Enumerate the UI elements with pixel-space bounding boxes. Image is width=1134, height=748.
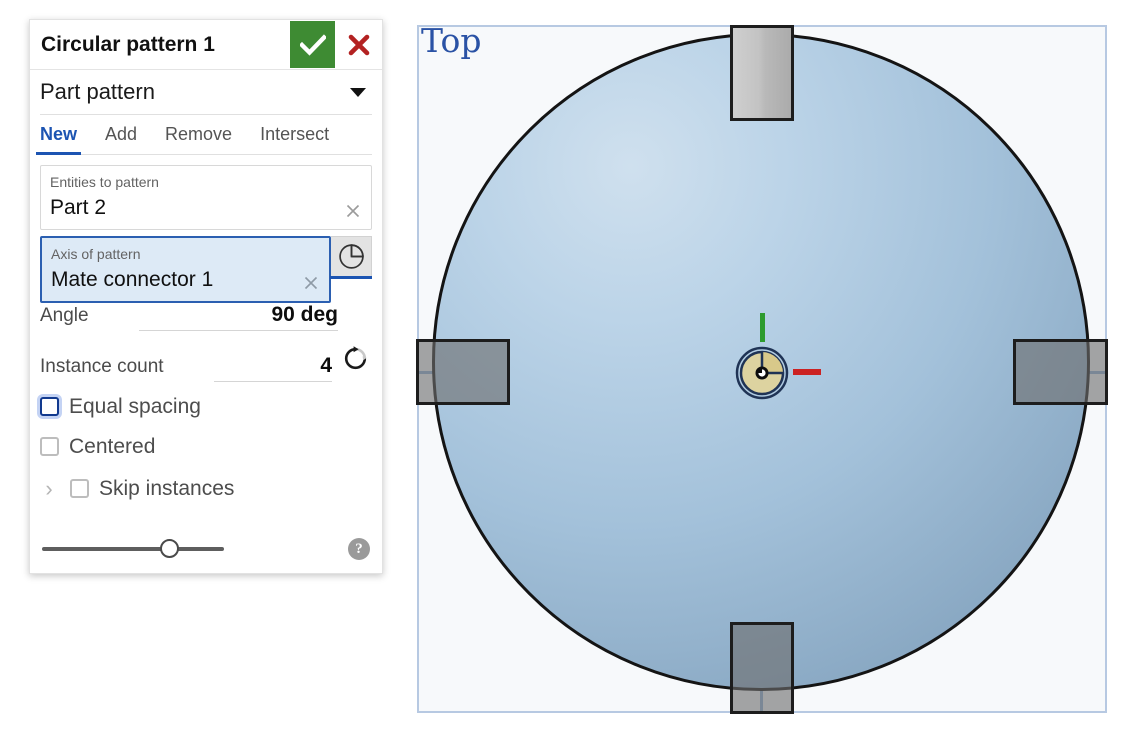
tab-new[interactable]: New xyxy=(35,124,82,155)
axis-of-pattern-value: Mate connector 1 xyxy=(51,267,214,291)
tab-intersect[interactable]: Intersect xyxy=(260,124,329,154)
angle-label: Angle xyxy=(40,304,89,326)
pie-wedge-icon[interactable] xyxy=(330,235,372,279)
mate-connector-glyph[interactable] xyxy=(733,344,791,402)
pattern-type-value: Part pattern xyxy=(40,79,155,104)
equal-spacing-checkbox[interactable] xyxy=(40,397,59,417)
selection-fields: Entities to pattern Part 2 Axis of patte… xyxy=(30,155,382,303)
view-orientation-label: Top xyxy=(421,21,482,60)
angle-parameter-row: Angle 90 deg xyxy=(40,303,372,345)
clear-x-icon[interactable] xyxy=(302,274,320,292)
clear-x-glyph xyxy=(346,204,360,218)
tab-add[interactable]: Add xyxy=(105,124,137,154)
skip-instances-row: › Skip instances xyxy=(40,467,372,511)
dialog-footer: ? xyxy=(30,525,382,573)
entities-to-pattern-value: Part 2 xyxy=(50,195,107,219)
clear-x-icon[interactable] xyxy=(344,202,362,220)
entities-to-pattern-field[interactable]: Entities to pattern Part 2 xyxy=(40,165,372,230)
pattern-instance-right[interactable] xyxy=(1013,339,1108,405)
skip-instances-label: Skip instances xyxy=(99,476,235,500)
centered-checkbox-row[interactable]: Centered xyxy=(40,427,372,467)
instance-count-input[interactable]: 4 xyxy=(213,354,332,382)
circular-pattern-dialog[interactable]: Circular pattern 1 Part pattern New Add … xyxy=(29,19,383,574)
mate-connector-y-axis xyxy=(760,313,765,342)
chevron-right-icon[interactable]: › xyxy=(40,477,58,500)
skip-instances-checkbox[interactable] xyxy=(70,479,89,499)
boolean-operation-tabs: New Add Remove Intersect xyxy=(35,115,372,155)
axis-of-pattern-label: Axis of pattern xyxy=(51,245,141,262)
close-x-icon xyxy=(348,34,369,55)
instance-count-parameter-row: Instance count 4 xyxy=(40,345,372,387)
clear-x-glyph xyxy=(304,276,318,289)
chevron-down-icon xyxy=(350,87,366,97)
opacity-slider-thumb[interactable] xyxy=(160,539,179,558)
rotate-direction-glyph xyxy=(344,346,367,369)
pattern-type-selector[interactable]: Part pattern xyxy=(40,70,372,115)
centered-label: Centered xyxy=(69,434,156,458)
centered-checkbox[interactable] xyxy=(40,437,59,457)
instance-count-label: Instance count xyxy=(40,355,164,377)
dialog-header: Circular pattern 1 xyxy=(30,20,382,70)
help-icon[interactable]: ? xyxy=(348,538,370,560)
opacity-slider[interactable] xyxy=(42,539,224,558)
equal-spacing-label: Equal spacing xyxy=(69,394,201,418)
dialog-title: Circular pattern 1 xyxy=(41,33,215,56)
pattern-instance-bottom[interactable] xyxy=(730,622,794,714)
tab-remove[interactable]: Remove xyxy=(165,124,232,154)
angle-input[interactable]: 90 deg xyxy=(138,303,338,331)
equal-spacing-checkbox-row[interactable]: Equal spacing xyxy=(40,387,372,427)
axis-of-pattern-row: Axis of pattern Mate connector 1 xyxy=(40,235,372,303)
mate-connector-icon xyxy=(735,346,789,400)
rotate-direction-icon[interactable] xyxy=(338,345,372,372)
mate-connector-x-axis xyxy=(793,369,821,375)
entities-to-pattern-label: Entities to pattern xyxy=(50,174,159,190)
checkmark-icon xyxy=(299,33,326,56)
accept-button[interactable] xyxy=(290,21,335,68)
pattern-instance-left[interactable] xyxy=(416,339,510,405)
pattern-instance-top[interactable] xyxy=(730,25,794,121)
cancel-button[interactable] xyxy=(335,21,382,68)
pie-wedge-glyph xyxy=(338,244,364,269)
axis-of-pattern-field[interactable]: Axis of pattern Mate connector 1 xyxy=(40,235,331,303)
